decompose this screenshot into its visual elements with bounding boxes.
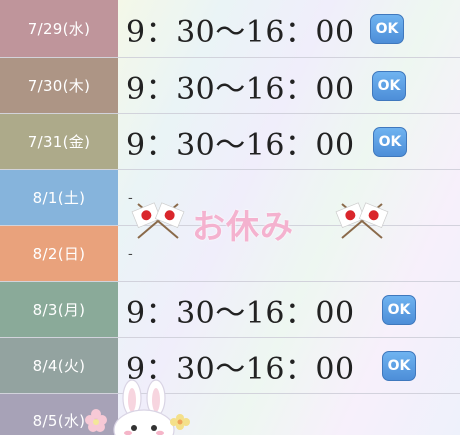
date-cell: 7/30(木) xyxy=(0,58,118,113)
ok-icon: OK xyxy=(382,350,416,381)
schedule-row-7-29: 7/29(水) 9：30〜16：00 OK xyxy=(0,0,460,58)
date-label: 7/29(水) xyxy=(27,20,91,38)
hours-text: 9：30〜16：00 xyxy=(126,14,355,50)
ok-icon: OK xyxy=(373,126,407,157)
date-label: 8/4(火) xyxy=(32,357,86,375)
date-cell: 8/3(月) xyxy=(0,282,118,337)
ok-icon: OK xyxy=(370,13,404,44)
date-label: 8/2(日) xyxy=(32,245,86,263)
schedule-row-7-31: 7/31(金) 9：30〜16：00 OK xyxy=(0,114,460,170)
date-label: 8/1(土) xyxy=(32,189,86,207)
ok-label: OK xyxy=(387,301,411,318)
schedule-row-8-3: 8/3(月) 9：30〜16：00 OK xyxy=(0,282,460,338)
ok-label: OK xyxy=(387,357,411,374)
date-label: 7/30(木) xyxy=(27,77,91,95)
date-cell: 8/2(日) xyxy=(0,226,118,281)
bunny-sticker-icon xyxy=(85,379,190,435)
holiday-label: お休み xyxy=(192,207,294,246)
date-cell: 7/31(金) xyxy=(0,114,118,169)
hours-text: 9：30〜16：00 xyxy=(126,127,355,163)
ok-label: OK xyxy=(377,77,401,94)
date-cell: 7/29(水) xyxy=(0,0,118,57)
ok-icon: OK xyxy=(372,70,406,101)
schedule-row-8-4: 8/4(火) 9：30〜16：00 OK xyxy=(0,338,460,394)
holiday-banner: お休み xyxy=(128,196,390,246)
ok-icon: OK xyxy=(382,294,416,325)
schedule-row-7-30: 7/30(木) 9：30〜16：00 OK xyxy=(0,58,460,114)
japan-flag-icon xyxy=(131,202,185,239)
hours-text: 9：30〜16：00 xyxy=(126,295,355,331)
hours-text: 9：30〜16：00 xyxy=(126,71,355,107)
ok-label: OK xyxy=(378,133,402,150)
date-cell: 8/1(土) xyxy=(0,170,118,225)
japan-flag-icon xyxy=(335,202,389,239)
ok-label: OK xyxy=(375,20,399,37)
date-label: 8/5(水) xyxy=(32,412,86,430)
date-label: 7/31(金) xyxy=(27,133,91,151)
date-label: 8/3(月) xyxy=(32,301,86,319)
schedule-row-8-5: 8/5(水) xyxy=(0,394,460,435)
flower-icon xyxy=(85,409,107,432)
